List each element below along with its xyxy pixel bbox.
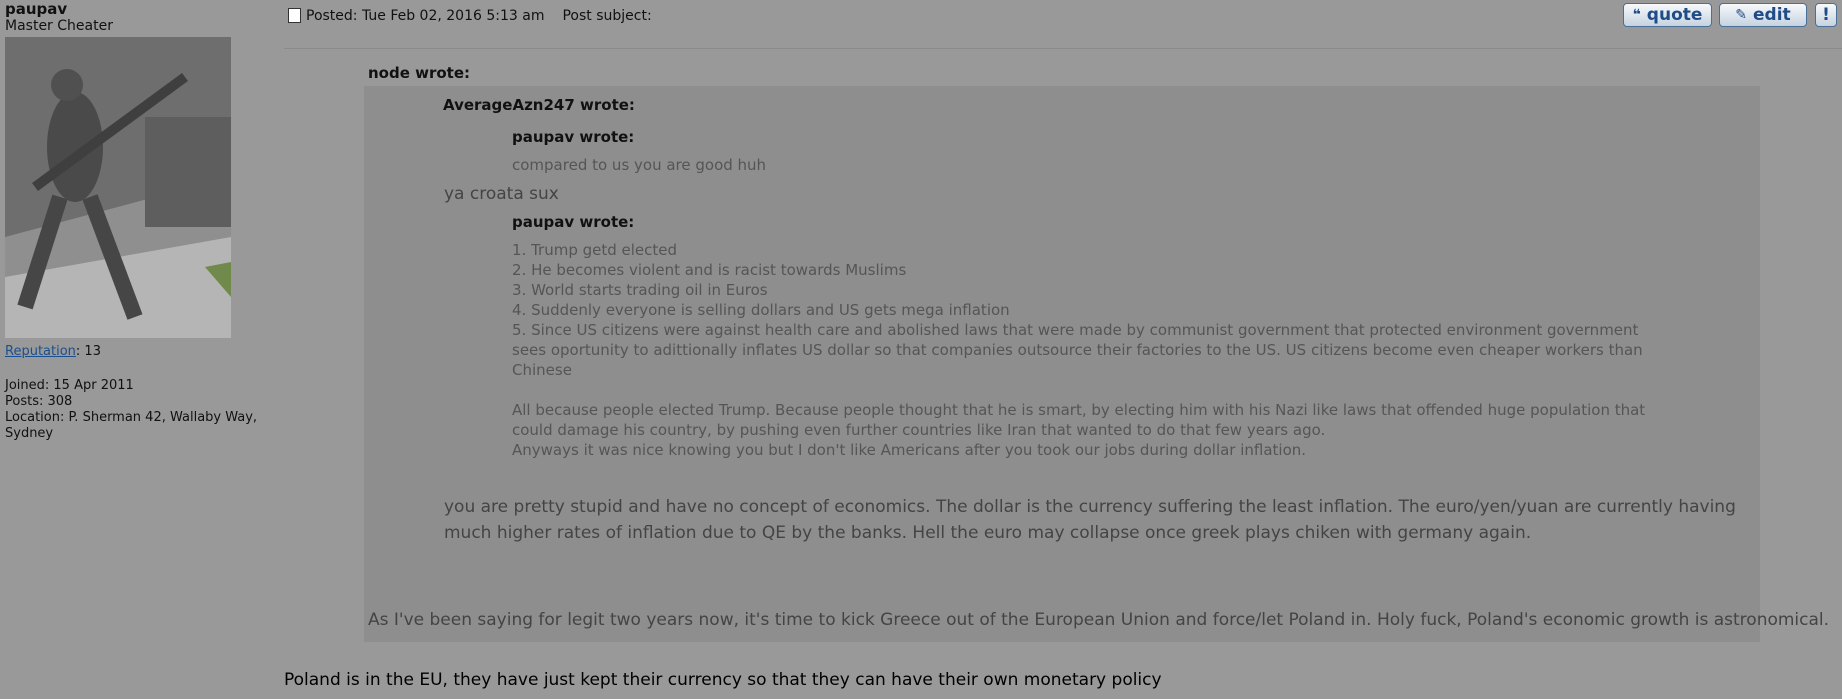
post-divider xyxy=(284,48,1842,49)
quote-button[interactable]: ❝ quote xyxy=(1623,3,1712,27)
reply-croata: ya croata sux xyxy=(444,184,559,204)
reputation-link[interactable]: Reputation xyxy=(5,344,76,359)
edit-button[interactable]: ✎ edit xyxy=(1719,3,1807,27)
quote-line: Anyways it was nice knowing you but I do… xyxy=(512,441,1307,459)
quote-label-azn: AverageAzn247 wrote: xyxy=(443,96,635,114)
quote-label-node: node wrote: xyxy=(368,64,471,82)
joined-date: Joined: 15 Apr 2011 xyxy=(5,378,134,393)
report-button-label: ! xyxy=(1822,5,1830,25)
quote-line: Chinese xyxy=(512,361,572,379)
quote-icon: ❝ xyxy=(1632,7,1641,23)
azn-response-line1: you are pretty stupid and have no concep… xyxy=(444,497,1736,517)
quote-line: 1. Trump getd elected xyxy=(512,241,678,259)
node-response: As I've been saying for legit two years … xyxy=(368,610,1830,630)
quote-line: sees oportunity to adittionally inflates… xyxy=(512,341,1643,359)
quote-line: 4. Suddenly everyone is selling dollars … xyxy=(512,301,1010,319)
post-reply-text: Poland is in the EU, they have just kept… xyxy=(284,670,1162,690)
user-profile: paupav Master Cheater Reputation: 13 Joi… xyxy=(5,0,275,442)
avatar xyxy=(5,37,231,338)
location-line1: Location: P. Sherman 42, Wallaby Way, xyxy=(5,410,258,425)
post-icon[interactable] xyxy=(288,7,301,23)
azn-response-line2: much higher rates of inflation due to QE… xyxy=(444,523,1532,543)
quote-line: 3. World starts trading oil in Euros xyxy=(512,281,768,299)
username[interactable]: paupav xyxy=(5,0,275,18)
edit-button-label: edit xyxy=(1753,5,1791,25)
location-line2: Sydney xyxy=(5,426,54,441)
quote-label-paupav-1: paupav wrote: xyxy=(512,128,635,146)
reputation-value: : 13 xyxy=(75,344,101,359)
quote-text-paupav-1: compared to us you are good huh xyxy=(512,156,767,174)
quote-line: 2. He becomes violent and is racist towa… xyxy=(512,261,907,279)
post-count: Posts: 308 xyxy=(5,394,73,409)
quote-line: 5. Since US citizens were against health… xyxy=(512,321,1639,339)
reputation: Reputation: 13 xyxy=(5,344,275,359)
quote-button-label: quote xyxy=(1646,5,1703,25)
post-header: Posted: Tue Feb 02, 2016 5:13 am Post su… xyxy=(288,7,652,24)
quote-label-paupav-2: paupav wrote: xyxy=(512,213,635,231)
quote-line: could damage his country, by pushing eve… xyxy=(512,421,1326,439)
quote-line: All because people elected Trump. Becaus… xyxy=(512,401,1646,419)
post-subject-label: Post subject: xyxy=(562,8,652,24)
user-rank: Master Cheater xyxy=(5,18,113,34)
edit-icon: ✎ xyxy=(1735,7,1748,23)
post-date: Posted: Tue Feb 02, 2016 5:13 am xyxy=(306,8,545,24)
user-details: Joined: 15 Apr 2011 Posts: 308 Location:… xyxy=(5,378,275,442)
report-button[interactable]: ! xyxy=(1815,3,1837,27)
